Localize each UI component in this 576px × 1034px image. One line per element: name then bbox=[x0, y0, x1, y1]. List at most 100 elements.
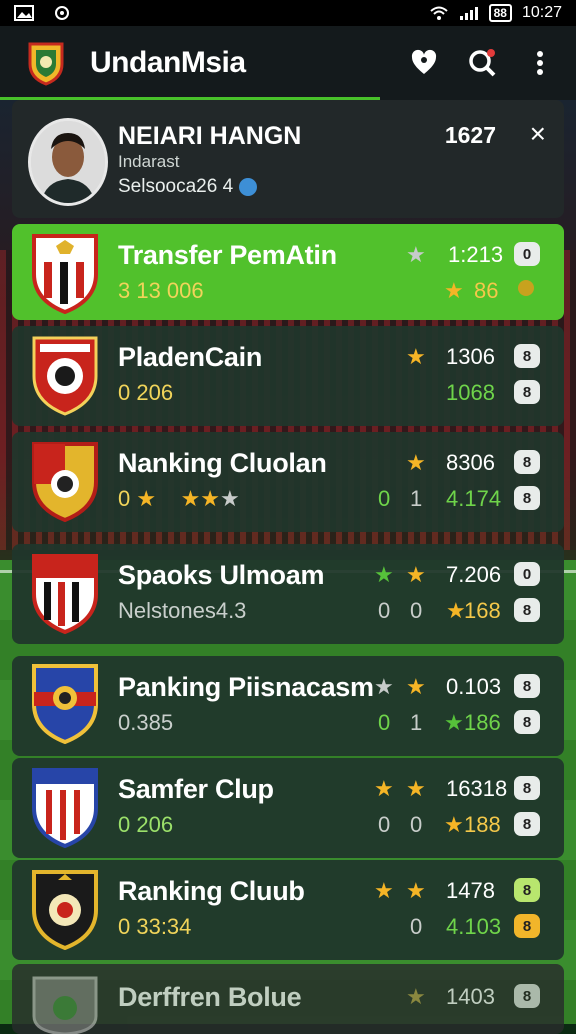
stat-bottom: 4.174 bbox=[446, 486, 502, 511]
star-icon: ★ bbox=[374, 674, 394, 699]
club-score: 0 ★ ★★★ bbox=[118, 486, 240, 512]
star-icon: ★ bbox=[136, 486, 157, 511]
profile-detail-text: Selsooca26 4 bbox=[118, 176, 234, 197]
avatar bbox=[28, 118, 108, 206]
stat-bottom: 1068 bbox=[446, 380, 495, 405]
club-name: Nanking Cluolan bbox=[118, 448, 327, 478]
list-item[interactable]: Panking Piisnacasm 0.385 ★ ★ 0 1 0.103 ★… bbox=[12, 656, 564, 756]
coin-icon bbox=[518, 280, 534, 296]
club-crest-icon bbox=[32, 768, 98, 848]
list-item[interactable]: PladenCain 0 206 ★ 1306 1068 8 8 bbox=[12, 326, 564, 426]
club-name: Samfer Clup bbox=[118, 774, 274, 804]
club-crest-icon bbox=[32, 870, 98, 950]
badge-top[interactable]: 8 bbox=[514, 674, 540, 698]
verified-badge-icon bbox=[239, 177, 258, 196]
more-vertical-icon[interactable] bbox=[524, 47, 556, 79]
star-icon: ★ bbox=[374, 878, 394, 903]
stat-mid-a: 0 bbox=[378, 710, 391, 735]
club-score: 0 206 bbox=[118, 812, 174, 837]
club-name: PladenCain bbox=[118, 342, 263, 372]
star-icon: ★ bbox=[406, 776, 426, 801]
club-crest-icon bbox=[32, 554, 98, 634]
star-icon: ★ bbox=[406, 674, 426, 699]
badge-top[interactable]: 0 bbox=[514, 242, 540, 266]
profile-code: 1627 bbox=[444, 122, 496, 148]
image-icon bbox=[14, 5, 34, 21]
battery-indicator: 88 bbox=[488, 4, 512, 22]
star-icon: ★ bbox=[446, 598, 466, 623]
star-icon: ★ bbox=[406, 878, 426, 903]
club-score: 0.385 bbox=[118, 710, 174, 735]
search-icon[interactable] bbox=[466, 47, 498, 79]
star-icon: ★ bbox=[374, 562, 394, 587]
stat-top: 7.206 bbox=[446, 562, 502, 587]
club-name: Spaoks Ulmoam bbox=[118, 560, 325, 590]
badge-top[interactable]: 8 bbox=[514, 450, 540, 474]
wifi-icon bbox=[429, 6, 448, 20]
stat-top: 1478 bbox=[446, 878, 495, 903]
club-name: Ranking Cluub bbox=[118, 876, 305, 906]
list-item[interactable]: Nanking Cluolan 0 ★ ★★★ ★ 0 1 8306 4.174… bbox=[12, 432, 564, 532]
stat-mid-a: 0 bbox=[378, 812, 391, 837]
profile-card[interactable]: NEIARI HANGN Indarast Selsooca26 4 1627 … bbox=[12, 100, 564, 218]
club-name: Transfer PemAtin bbox=[118, 240, 337, 270]
stat-bottom: 188 bbox=[464, 812, 501, 837]
star-icon: ★ bbox=[406, 344, 426, 369]
star-icon: ★ bbox=[406, 562, 426, 587]
badge-bottom[interactable]: 8 bbox=[514, 598, 540, 622]
badge-top[interactable]: 8 bbox=[514, 984, 540, 1008]
club-name: Derffren Bolue bbox=[118, 982, 302, 1012]
club-crest-icon bbox=[32, 664, 98, 744]
club-crest-icon bbox=[32, 442, 98, 522]
app-title: UndanMsia bbox=[90, 46, 246, 79]
star-icon: ★ bbox=[220, 486, 240, 511]
stat-mid-a: 0 bbox=[410, 914, 423, 939]
stat-bottom: 4.103 bbox=[446, 914, 502, 939]
club-name: Panking Piisnacasm bbox=[118, 672, 374, 702]
list-item[interactable]: Transfer PemAtin 3 13 006 ★ ★ 1:213 86 0 bbox=[12, 224, 564, 320]
badge-top[interactable]: 8 bbox=[514, 878, 540, 902]
close-icon[interactable]: × bbox=[530, 118, 546, 150]
star-icon: ★ bbox=[374, 776, 394, 801]
clock: 10:27 bbox=[521, 4, 562, 21]
star-icon: ★ bbox=[200, 486, 221, 511]
club-score-text: 0 bbox=[118, 486, 131, 511]
profile-subtitle: Indarast bbox=[118, 152, 180, 171]
signal-icon bbox=[459, 7, 478, 20]
stat-mid-b: 1 bbox=[410, 710, 423, 735]
list-item[interactable]: Spaoks Ulmoam Nelstones4.3 ★ ★ 0 0 7.206… bbox=[12, 544, 564, 644]
badge-bottom[interactable]: 8 bbox=[514, 380, 540, 404]
star-icon: ★ bbox=[180, 486, 201, 511]
stat-mid-b: 0 bbox=[410, 598, 423, 623]
app-bar: UndanMsia bbox=[0, 26, 576, 100]
badge-top[interactable]: 8 bbox=[514, 344, 540, 368]
club-score: 3 13 006 bbox=[118, 278, 204, 303]
heart-location-icon[interactable] bbox=[408, 47, 440, 79]
profile-name: NEIARI HANGN bbox=[118, 122, 302, 150]
club-crest-icon bbox=[32, 234, 98, 314]
stat-bottom: 168 bbox=[464, 598, 501, 623]
status-bar: 88 10:27 bbox=[0, 0, 576, 26]
star-icon: ★ bbox=[406, 242, 426, 267]
notification-icon bbox=[55, 6, 69, 20]
star-icon: ★ bbox=[444, 710, 464, 735]
badge-top[interactable]: 0 bbox=[514, 562, 540, 586]
badge-bottom[interactable]: 8 bbox=[514, 486, 540, 510]
stat-mid-a: 0 bbox=[378, 598, 391, 623]
badge-bottom[interactable]: 8 bbox=[514, 812, 540, 836]
stat-top: 8306 bbox=[446, 450, 495, 475]
club-crest-icon bbox=[32, 976, 98, 1034]
star-icon: ★ bbox=[406, 984, 426, 1009]
club-score: Nelstones4.3 bbox=[118, 598, 247, 623]
stat-mid-a: 0 bbox=[378, 486, 391, 511]
stat-top: 0.103 bbox=[446, 674, 502, 699]
badge-top[interactable]: 8 bbox=[514, 776, 540, 800]
badge-bottom[interactable]: 8 bbox=[514, 710, 540, 734]
star-icon: ★ bbox=[444, 278, 464, 303]
list-item[interactable]: Ranking Cluub 0 33:34 ★ ★ 0 1478 4.103 8… bbox=[12, 860, 564, 960]
stat-mid-b: 1 bbox=[410, 486, 423, 511]
badge-bottom[interactable]: 8 bbox=[514, 914, 540, 938]
list-item[interactable]: Samfer Clup 0 206 ★ ★ 0 0 16318 ★ 188 8 … bbox=[12, 758, 564, 858]
club-crest-icon bbox=[32, 336, 98, 416]
crest-logo[interactable] bbox=[26, 40, 66, 86]
